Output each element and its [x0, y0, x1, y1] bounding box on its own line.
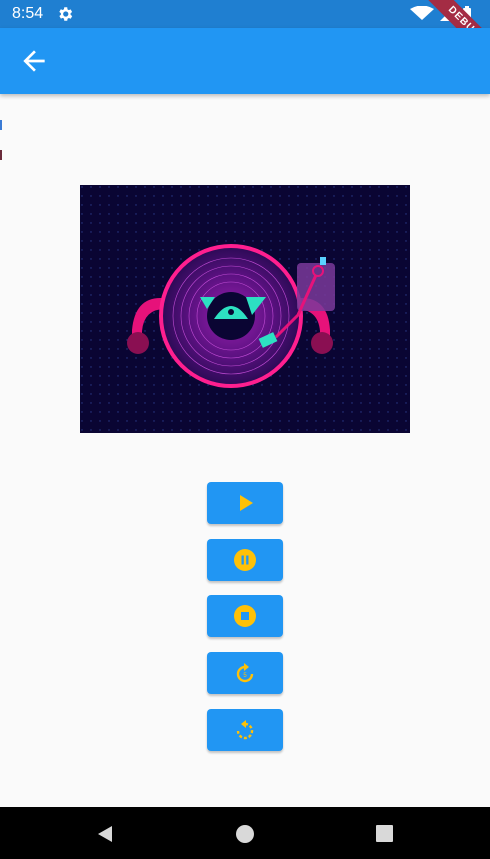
- nav-home-icon[interactable]: [236, 825, 254, 843]
- replay-icon: [236, 720, 254, 740]
- stop-button[interactable]: [207, 595, 283, 637]
- forward-icon: 5: [236, 663, 254, 683]
- settings-icon: [59, 7, 73, 21]
- system-nav-bar: [0, 807, 490, 859]
- forward-button[interactable]: 5: [207, 652, 283, 694]
- arrow-back-icon[interactable]: [18, 45, 50, 77]
- app-bar: [0, 28, 490, 94]
- play-icon: [240, 495, 253, 511]
- turntable-illustration: [80, 185, 410, 433]
- wifi-icon: [410, 6, 434, 20]
- status-bar: 8:54 DEBUG: [0, 0, 490, 72]
- nav-recents-icon[interactable]: [376, 825, 393, 842]
- pause-circle-icon: [234, 549, 256, 571]
- svg-text:5: 5: [243, 673, 247, 679]
- pause-button[interactable]: [207, 539, 283, 581]
- nav-back-icon[interactable]: [96, 825, 114, 843]
- status-time: 8:54: [12, 5, 44, 22]
- left-edge-strip: [0, 0, 2, 807]
- play-button[interactable]: [207, 482, 283, 524]
- replay-button[interactable]: [207, 709, 283, 751]
- stop-circle-icon: [234, 605, 256, 627]
